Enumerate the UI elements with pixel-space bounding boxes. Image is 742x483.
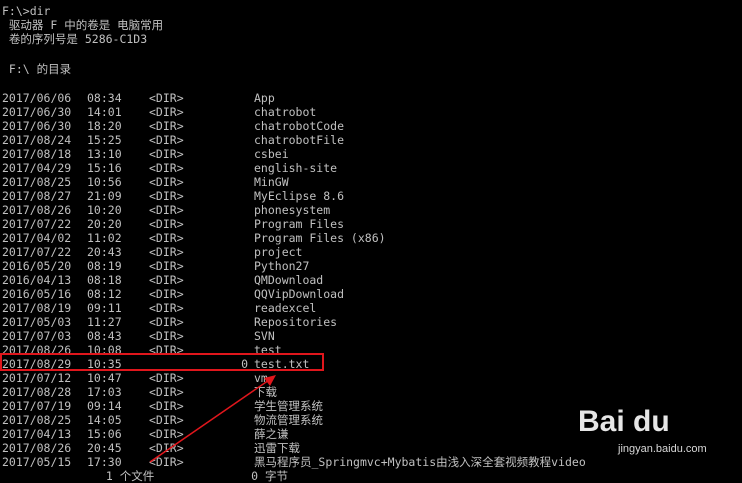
baidu-logo: Bai du [578, 405, 670, 438]
baidu-watermark: Bai du jingyan.baidu.com [578, 403, 728, 465]
watermark-url: jingyan.baidu.com [618, 443, 707, 455]
console-window[interactable]: F:\>dir 驱动器 F 中的卷是 电脑常用 卷的序列号是 5286-C1D3… [0, 0, 742, 483]
